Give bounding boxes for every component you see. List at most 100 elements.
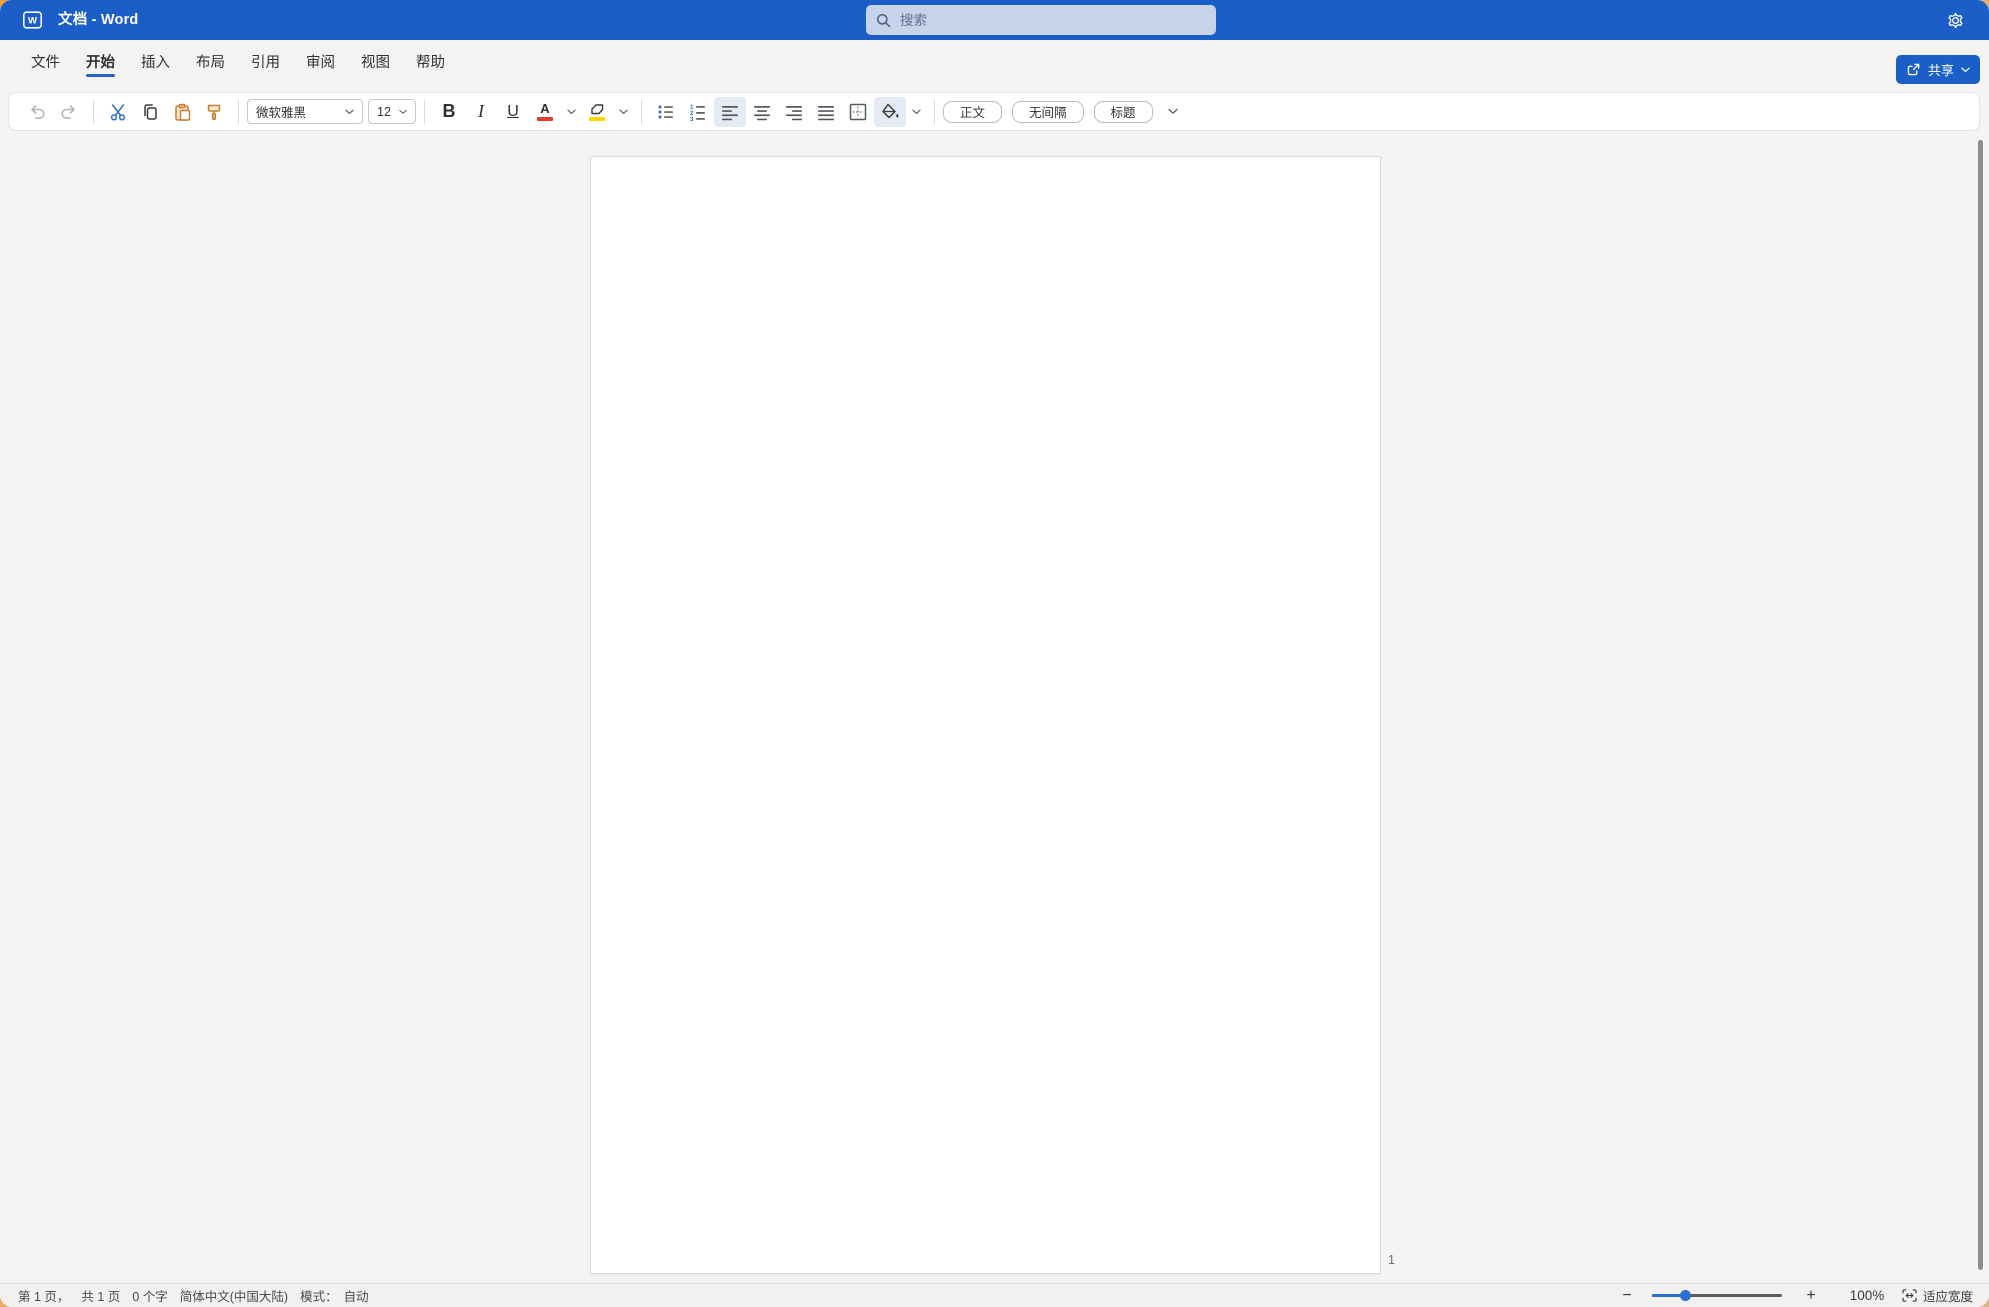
toolbar-divider — [934, 99, 935, 124]
chevron-down-icon — [345, 109, 354, 114]
justify-icon — [818, 105, 834, 120]
align-left-button[interactable] — [714, 96, 746, 127]
paint-bucket-icon — [882, 103, 899, 118]
fit-width-label: 适应宽度 — [1922, 1290, 1973, 1304]
share-button[interactable]: 共享 — [1895, 55, 1980, 84]
toolbar-divider — [93, 99, 94, 124]
tab-references-label: 引用 — [251, 54, 280, 71]
page-total: 共 1 页 — [81, 1290, 121, 1304]
undo-button[interactable] — [21, 97, 53, 127]
bold-icon: B — [442, 101, 456, 121]
status-bar: 第 1 页， 共 1 页 0 个字 简体中文(中国大陆) 模式： 自动 − + … — [0, 1283, 1989, 1307]
ribbon-tab-row: 文件 开始 插入 布局 引用 审阅 视图 帮助 — [0, 40, 1989, 82]
align-center-button[interactable] — [746, 97, 778, 127]
italic-button[interactable]: I — [465, 97, 497, 127]
copy-icon — [144, 103, 157, 120]
chevron-down-icon — [1961, 67, 1970, 72]
zoom-level[interactable]: 100% — [1846, 1288, 1888, 1303]
tab-layout[interactable]: 布局 — [183, 40, 238, 82]
highlighter-icon — [589, 103, 606, 121]
underline-button[interactable]: U — [497, 97, 529, 127]
font-name-select[interactable]: 微软雅黑 — [247, 99, 363, 124]
scissors-icon — [110, 103, 126, 121]
redo-button[interactable] — [53, 97, 85, 127]
word-count[interactable]: 0 个字 — [132, 1286, 167, 1305]
tab-home[interactable]: 开始 — [73, 40, 128, 82]
zoom-in-button[interactable]: + — [1800, 1285, 1822, 1307]
svg-text:3: 3 — [690, 116, 694, 122]
font-size-select[interactable]: 12 — [368, 99, 416, 124]
font-color-button[interactable]: A — [529, 97, 561, 127]
fit-width-button[interactable]: 适应宽度 — [1902, 1286, 1973, 1305]
format-painter-button[interactable] — [198, 97, 230, 127]
mode-value: 自动 — [343, 1290, 369, 1304]
share-label: 共享 — [1927, 63, 1954, 78]
tab-help[interactable]: 帮助 — [403, 40, 458, 82]
tab-file[interactable]: 文件 — [18, 40, 73, 82]
tab-view[interactable]: 视图 — [348, 40, 403, 82]
tab-layout-label: 布局 — [196, 54, 225, 71]
vertical-scrollbar[interactable] — [1978, 140, 1983, 1270]
cut-button[interactable] — [102, 97, 134, 127]
font-color-dropdown[interactable] — [561, 97, 581, 127]
gear-icon[interactable] — [1946, 11, 1965, 30]
underline-icon: U — [507, 102, 519, 120]
style-heading-label: 标题 — [1110, 106, 1136, 120]
highlight-button[interactable] — [581, 97, 613, 127]
tab-home-label: 开始 — [86, 54, 115, 71]
tab-insert-label: 插入 — [141, 54, 170, 71]
font-size-value: 12 — [377, 104, 391, 119]
mode-indicator[interactable]: 模式： 自动 — [300, 1286, 369, 1305]
document-page[interactable] — [590, 156, 1381, 1274]
mode-label: 模式： — [300, 1290, 338, 1304]
style-normal[interactable]: 正文 — [943, 100, 1003, 123]
word-logo-icon: W — [23, 11, 42, 29]
tab-insert[interactable]: 插入 — [128, 40, 183, 82]
tab-references[interactable]: 引用 — [238, 40, 293, 82]
svg-text:W: W — [28, 16, 38, 27]
toolbar-divider — [424, 99, 425, 124]
active-tab-underline — [86, 74, 115, 77]
style-heading[interactable]: 标题 — [1093, 100, 1153, 123]
chevron-down-icon — [399, 109, 407, 114]
highlight-dropdown[interactable] — [613, 97, 633, 127]
numbered-list-button[interactable]: 1 2 3 — [682, 97, 714, 127]
titlebar: W 文档 - Word — [0, 0, 1989, 40]
justify-button[interactable] — [810, 97, 842, 127]
search-box[interactable] — [866, 5, 1216, 35]
tab-review-label: 审阅 — [306, 54, 335, 71]
zoom-slider[interactable] — [1651, 1290, 1782, 1301]
zoom-out-button[interactable]: − — [1616, 1285, 1638, 1307]
styles-more-dropdown[interactable] — [1163, 97, 1183, 127]
language-indicator[interactable]: 简体中文(中国大陆) — [180, 1286, 288, 1305]
search-input[interactable] — [900, 12, 1206, 28]
shading-dropdown[interactable] — [906, 97, 926, 127]
share-icon — [1907, 63, 1920, 76]
page-position[interactable]: 第 1 页， — [18, 1286, 69, 1305]
shading-button[interactable] — [874, 96, 906, 127]
paste-button[interactable] — [166, 97, 198, 127]
redo-icon — [61, 104, 75, 119]
style-no-spacing[interactable]: 无间隔 — [1012, 100, 1084, 123]
chevron-down-icon — [566, 109, 576, 114]
font-name-value: 微软雅黑 — [256, 106, 307, 120]
document-canvas: 1 — [0, 131, 1989, 1283]
copy-button[interactable] — [134, 97, 166, 127]
tab-file-label: 文件 — [31, 54, 60, 71]
tab-review[interactable]: 审阅 — [293, 40, 348, 82]
bold-button[interactable]: B — [433, 97, 465, 127]
clipboard-paste-icon — [175, 103, 191, 121]
tab-view-label: 视图 — [361, 54, 390, 71]
align-right-button[interactable] — [778, 97, 810, 127]
borders-button[interactable] — [842, 97, 874, 127]
toolbar-divider — [641, 99, 642, 124]
italic-icon: I — [478, 101, 484, 121]
status-left: 第 1 页， 共 1 页 0 个字 简体中文(中国大陆) 模式： 自动 — [0, 1286, 369, 1305]
zoom-slider-thumb[interactable] — [1679, 1290, 1691, 1301]
font-color-icon: A — [537, 102, 553, 121]
style-normal-label: 正文 — [960, 106, 986, 120]
word-app-window: W 文档 - Word 文件 开始 插入 布局 — [0, 0, 1989, 1307]
window-title: 文档 - Word — [58, 12, 139, 28]
bullet-list-button[interactable] — [650, 97, 682, 127]
status-right: − + 100% 适应宽度 — [1616, 1285, 1989, 1307]
